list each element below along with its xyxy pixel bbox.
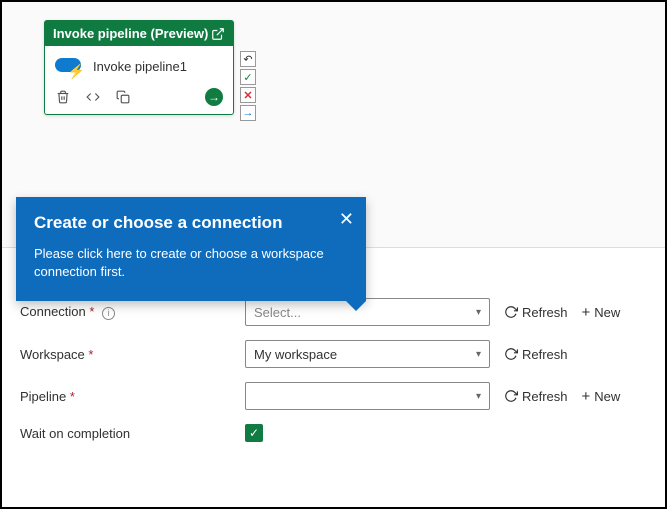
info-icon[interactable]: i [102, 307, 115, 320]
activity-header: Invoke pipeline (Preview) [45, 21, 233, 46]
activity-body: ⚡ Invoke pipeline1 [45, 46, 233, 82]
workspace-refresh-button[interactable]: Refresh [504, 347, 568, 362]
row-workspace: Workspace * My workspace ▾ Refresh [20, 340, 647, 368]
chevron-down-icon: ▾ [476, 391, 481, 402]
undo-icon[interactable]: ↶ [240, 51, 256, 67]
activity-card[interactable]: Invoke pipeline (Preview) ⚡ Invoke pipel… [44, 20, 234, 115]
chevron-down-icon: ▾ [476, 307, 481, 318]
connection-select[interactable]: Select... ▾ [245, 298, 490, 326]
callout-title: Create or choose a connection [34, 213, 348, 233]
wait-label: Wait on completion [20, 426, 245, 441]
workspace-select[interactable]: My workspace ▾ [245, 340, 490, 368]
wait-checkbox[interactable]: ✓ [245, 424, 263, 442]
status-icons: ↶ ✓ ✕ → [240, 51, 256, 121]
row-connection: Connection * i Select... ▾ Refresh +New [20, 298, 647, 326]
connection-refresh-button[interactable]: Refresh [504, 305, 568, 320]
run-arrow-icon[interactable]: → [205, 88, 223, 106]
pipeline-label: Pipeline * [20, 389, 245, 404]
skip-icon[interactable]: → [240, 105, 256, 121]
activity-title: Invoke pipeline (Preview) [53, 26, 208, 41]
pipeline-new-button[interactable]: +New [582, 388, 621, 405]
workspace-label: Workspace * [20, 347, 245, 362]
connection-callout: ✕ Create or choose a connection Please c… [16, 197, 366, 301]
connection-new-button[interactable]: +New [582, 304, 621, 321]
activity-footer: → [45, 82, 233, 114]
close-icon[interactable]: ✕ [339, 209, 354, 230]
pipeline-refresh-button[interactable]: Refresh [504, 389, 568, 404]
pipeline-icon: ⚡ [55, 56, 83, 76]
callout-beak [346, 301, 366, 311]
delete-icon[interactable] [55, 89, 71, 105]
connection-label: Connection * i [20, 304, 245, 320]
row-wait: Wait on completion ✓ [20, 424, 647, 442]
code-icon[interactable] [85, 89, 101, 105]
activity-name: Invoke pipeline1 [93, 59, 187, 74]
error-icon[interactable]: ✕ [240, 87, 256, 103]
chevron-down-icon: ▾ [476, 349, 481, 360]
callout-body: Please click here to create or choose a … [34, 245, 348, 281]
pipeline-select[interactable]: ▾ [245, 382, 490, 410]
copy-icon[interactable] [115, 89, 131, 105]
open-external-icon[interactable] [211, 27, 225, 41]
row-pipeline: Pipeline * ▾ Refresh +New [20, 382, 647, 410]
check-icon[interactable]: ✓ [240, 69, 256, 85]
